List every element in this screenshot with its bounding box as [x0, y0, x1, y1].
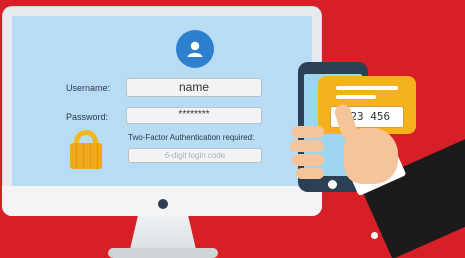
finger [296, 168, 324, 179]
power-button [158, 199, 168, 209]
login-code-field[interactable]: 6-digit login code [128, 148, 262, 163]
monitor-stand-base [108, 248, 218, 258]
padlock-body [70, 143, 102, 169]
illustration: Username: name Password: ******** Two-Fa… [0, 0, 465, 258]
username-field[interactable]: name [126, 78, 262, 97]
finger [290, 140, 324, 152]
user-icon [176, 30, 214, 68]
password-field[interactable]: ******** [126, 107, 262, 124]
username-label: Username: [66, 83, 111, 93]
password-label: Password: [66, 112, 109, 122]
cuff-button [371, 232, 378, 239]
finger [292, 154, 324, 166]
finger [292, 126, 324, 138]
phone-home-button [328, 180, 337, 189]
message-line [336, 86, 398, 90]
two-factor-label: Two-Factor Authentication required: [128, 133, 255, 142]
message-line [336, 95, 376, 99]
monitor-screen: Username: name Password: ******** Two-Fa… [12, 16, 312, 186]
